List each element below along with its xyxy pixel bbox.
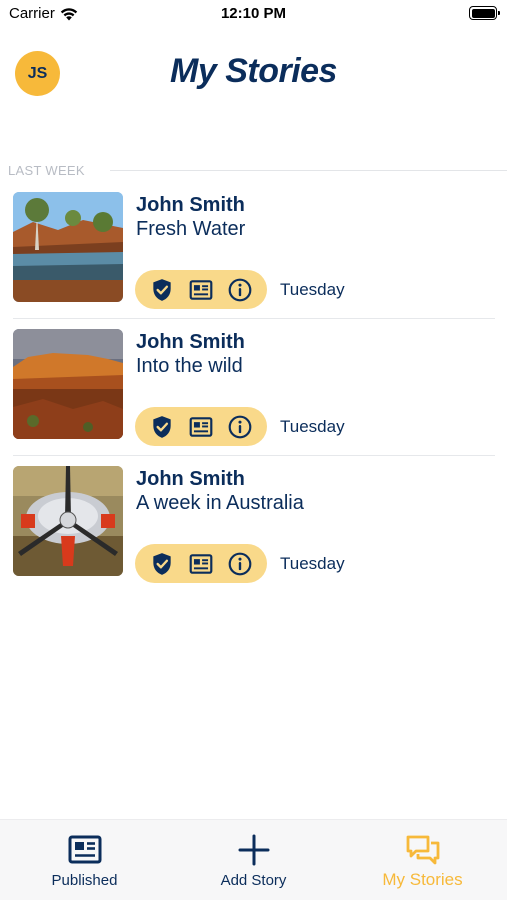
story-title[interactable]: A week in Australia — [136, 492, 304, 515]
story-row[interactable]: John Smith Into the wild Tuesday — [0, 319, 507, 456]
newspaper-icon[interactable] — [187, 276, 215, 304]
battery-icon — [469, 6, 500, 20]
story-row[interactable]: John Smith A week in Australia Tuesday — [0, 456, 507, 593]
status-bar: Carrier 12:10 PM — [0, 0, 507, 28]
newspaper-icon[interactable] — [187, 550, 215, 578]
tab-bar: Published Add Story My Stories — [0, 819, 507, 900]
story-thumbnail[interactable] — [13, 466, 123, 576]
story-date: Tuesday — [280, 554, 345, 573]
story-thumbnail[interactable] — [13, 329, 123, 439]
section-label: LAST WEEK — [8, 163, 93, 178]
tab-label: My Stories — [382, 870, 463, 889]
story-row[interactable]: John Smith Fresh Water Tuesday — [0, 182, 507, 319]
info-icon[interactable] — [226, 276, 254, 304]
story-author: John Smith — [136, 194, 245, 216]
story-actions — [135, 270, 267, 309]
story-title[interactable]: Fresh Water — [136, 218, 245, 241]
river-gorge-photo — [13, 192, 123, 302]
shield-check-icon[interactable] — [148, 413, 176, 441]
tab-my-stories[interactable]: My Stories — [338, 820, 507, 900]
section-divider — [110, 170, 507, 171]
tab-label: Published — [51, 872, 118, 889]
story-actions — [135, 407, 267, 446]
tab-add-story[interactable]: Add Story — [169, 820, 338, 900]
newspaper-icon[interactable] — [187, 413, 215, 441]
aircraft-propeller-photo — [13, 466, 123, 576]
story-author: John Smith — [136, 468, 245, 490]
story-author: John Smith — [136, 331, 245, 353]
section-header: LAST WEEK — [8, 162, 507, 178]
shield-check-icon[interactable] — [148, 550, 176, 578]
story-date: Tuesday — [280, 280, 345, 299]
tab-published[interactable]: Published — [0, 820, 169, 900]
status-time: 12:10 PM — [220, 5, 287, 22]
info-icon[interactable] — [226, 413, 254, 441]
red-rock-range-photo — [13, 329, 123, 439]
shield-check-icon[interactable] — [148, 276, 176, 304]
story-thumbnail[interactable] — [13, 192, 123, 302]
page-title: My Stories — [170, 52, 337, 90]
story-title[interactable]: Into the wild — [136, 355, 243, 378]
info-icon[interactable] — [226, 550, 254, 578]
tab-label: Add Story — [220, 872, 287, 889]
story-date: Tuesday — [280, 417, 345, 436]
story-actions — [135, 544, 267, 583]
newspaper-icon — [66, 832, 104, 868]
story-list: John Smith Fresh Water Tuesday John Smit… — [0, 182, 507, 593]
plus-icon — [235, 832, 273, 868]
chat-bubbles-icon — [404, 832, 442, 868]
